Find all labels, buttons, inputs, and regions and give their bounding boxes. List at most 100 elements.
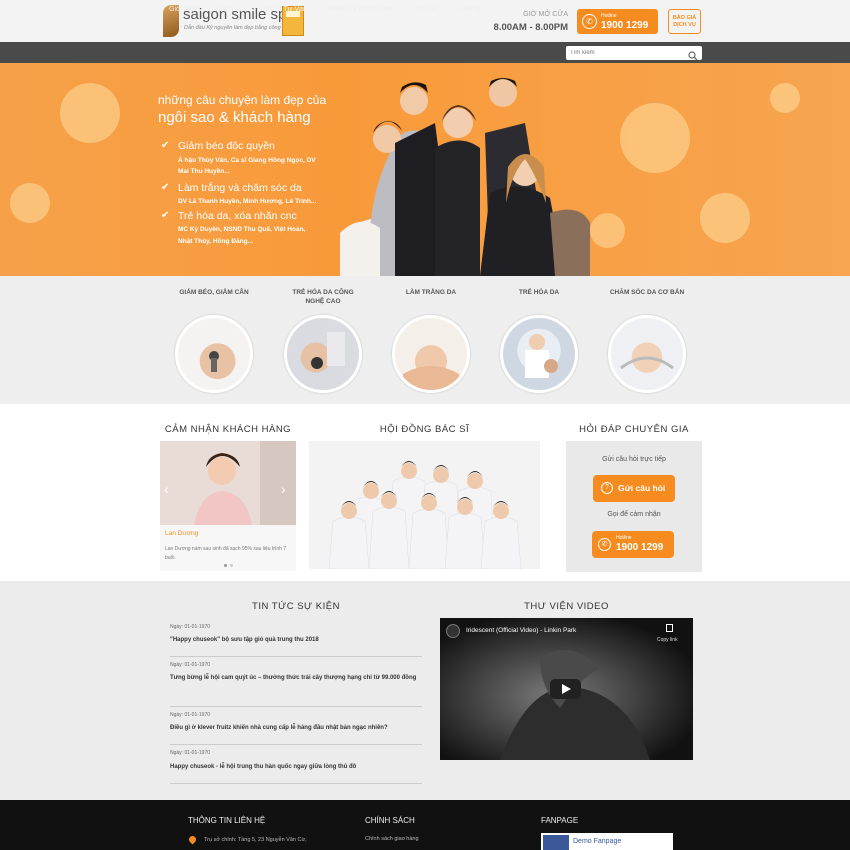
news-date: Ngày: 01-01-1970 (170, 712, 211, 718)
bokeh-light (620, 103, 690, 173)
hotline-label: Hotline (601, 13, 617, 19)
ask-question-button[interactable]: ? Gửi câu hỏi (593, 475, 675, 502)
video-title[interactable]: Iridescent (Official Video) - Linkin Par… (466, 627, 576, 634)
footer-contact-title: THÔNG TIN LIÊN HỆ (188, 816, 266, 825)
doctors-title: HỘI ĐỒNG BÁC SĨ (379, 424, 470, 435)
ask-text: Gửi câu hỏi trực tiếp (602, 456, 666, 463)
opening-hours-label: GIỜ MỞ CỬA (523, 11, 568, 18)
call-text: Gọi để cảm nhận (607, 511, 661, 518)
phone-icon: ✆ (582, 14, 597, 29)
news-item-title[interactable]: Điều gì ở klever fruitz khiến nhà cung c… (170, 724, 422, 733)
bokeh-light (770, 83, 800, 113)
service-label-line: GIẢM BÉO, GIẢM CÂN (179, 289, 249, 296)
quote-line1: BÁO GIÁ (672, 15, 697, 21)
search-icon[interactable] (688, 48, 698, 61)
banner-point-sub: DV Lã Thanh Huyền, Minh Hương, Lê Trinh.… (178, 198, 317, 205)
banner-point-sub: MC Kỳ Duyên, NSND Thu Quế, Việt Hoàn, (178, 226, 306, 233)
divider (170, 783, 422, 784)
fanpage-widget[interactable]: Demo Fanpage (541, 833, 673, 850)
hotline-button[interactable]: ✆ Hotline 1900 1299 (577, 9, 658, 34)
customer-testimonial[interactable]: ‹ › Lan Dương Lan Dương nám sau sinh đã … (160, 441, 296, 571)
banner-heading: những câu chuyện làm đẹp của (158, 93, 327, 107)
celebrities-photo (340, 78, 590, 276)
service-image-whitening[interactable] (392, 315, 470, 393)
expert-qa-panel: Gửi câu hỏi trực tiếp ? Gửi câu hỏi Gọi … (566, 441, 702, 572)
quote-line2: DỊCH VỤ (673, 22, 696, 28)
expert-hotline-button[interactable]: ✆ Hotline 1900 1299 (592, 531, 674, 558)
divider (170, 706, 422, 707)
bokeh-light (10, 183, 50, 223)
price-quote-button[interactable]: BÁO GIÁ DỊCH VỤ (668, 9, 701, 34)
nav-item-contact[interactable]: Liên hệ (458, 6, 481, 13)
service-label[interactable]: LÀM TRẮNG DA (381, 288, 481, 297)
service-label[interactable]: TRẺ HÓA DA (489, 288, 589, 297)
news-date: Ngày: 01-01-1970 (170, 750, 211, 756)
question-icon: ? (601, 482, 613, 494)
bokeh-light (700, 193, 750, 243)
news-item-title[interactable]: Happy chuseok - lễ hội trung thu hàn quố… (170, 763, 422, 772)
news-date: Ngày: 01-01-1970 (170, 662, 211, 668)
service-image-weight-loss[interactable] (175, 315, 253, 393)
footer-fanpage-title: FANPAGE (541, 816, 579, 825)
nav-item-feedback[interactable]: Phản hồi khách hàng (329, 6, 395, 13)
news-title: TIN TỨC SỰ KIỆN (252, 601, 340, 612)
service-label-line: TRẺ HÓA DA CÔNG (292, 289, 354, 296)
service-label-line: CHĂM SÓC DA CƠ BẢN (609, 289, 685, 296)
expert-title: HỎI ĐÁP CHUYÊN GIA (579, 424, 689, 435)
news-item-title[interactable]: "Happy chuseok" bộ sưu tập giỏ quà trung… (170, 636, 422, 645)
banner-point-sub: Á hậu Thùy Vân, Ca sĩ Giang Hồng Ngọc, D… (178, 157, 316, 164)
copy-link-icon[interactable] (666, 624, 673, 632)
bokeh-light (60, 83, 120, 143)
carousel-dot[interactable] (230, 564, 233, 567)
fanpage-name[interactable]: Demo Fanpage (573, 838, 621, 845)
banner-point-sub: Nhật Thủy, Hồng Đăng... (178, 238, 253, 245)
footer (0, 800, 850, 850)
main-nav (0, 42, 850, 63)
phone-icon: ✆ (598, 538, 611, 551)
nav-item-doctors[interactable]: Bác Sĩ Tư Vấn (261, 6, 307, 13)
service-image-rejuvenation[interactable] (284, 315, 362, 393)
video-player[interactable]: Iridescent (Official Video) - Linkin Par… (440, 618, 693, 760)
search-input[interactable] (566, 46, 684, 60)
footer-policy-link[interactable]: Chính sách giao hàng (365, 836, 419, 842)
service-label-line: NGHỆ CAO (305, 298, 341, 305)
bokeh-light (590, 213, 625, 248)
service-label-line: LÀM TRẮNG DA (405, 289, 457, 296)
doctors-photo[interactable] (309, 441, 540, 569)
hero-banner[interactable]: những câu chuyện làm đẹp của ngôi sao & … (0, 63, 850, 276)
video-section-title: THƯ VIỆN VIDEO (524, 601, 609, 612)
play-button[interactable] (550, 679, 581, 699)
banner-point-title: Làm trắng và chăm sóc da (178, 182, 302, 194)
search-box (566, 46, 702, 61)
service-image-skin-rejuvenation[interactable] (500, 315, 578, 393)
copy-link-label[interactable]: Copy link (657, 637, 678, 643)
service-label[interactable]: CHĂM SÓC DA CƠ BẢN (597, 288, 697, 297)
opening-hours: 8.00AM - 8.00PM (493, 22, 568, 33)
carousel-prev-icon[interactable]: ‹ (164, 481, 169, 497)
news-item-title[interactable]: Tưng bừng lễ hội cam quýt úc – thưởng th… (170, 674, 422, 683)
news-date: Ngày: 01-01-1970 (170, 624, 211, 630)
banner-subheading: ngôi sao & khách hàng (158, 109, 311, 126)
service-label-line: TRẺ HÓA DA (518, 289, 560, 296)
carousel-dot[interactable] (224, 564, 227, 567)
service-label[interactable]: GIẢM BÉO, GIẢM CÂN (164, 288, 264, 297)
carousel-next-icon[interactable]: › (281, 481, 286, 497)
play-icon (562, 684, 571, 694)
hotline-label: Hotline (616, 535, 632, 541)
checkmark-icon: ✔ (161, 140, 170, 151)
hotline-number: 1900 1299 (616, 542, 664, 553)
news-section (0, 581, 850, 800)
banner-point-sub: Mai Thu Huyền... (178, 168, 230, 175)
fanpage-avatar (543, 835, 569, 850)
nav-item-services[interactable]: Dịch vụ (219, 6, 242, 13)
nav-item-about[interactable]: Giới thiệu (169, 6, 199, 13)
customers-title: CẢM NHẬN KHÁCH HÀNG (164, 424, 292, 435)
service-image-basic-care[interactable] (608, 315, 686, 393)
footer-policy-title: CHÍNH SÁCH (365, 816, 415, 825)
customer-quote: Lan Dương nám sau sinh đã sạch 95% sau l… (165, 546, 287, 561)
channel-avatar[interactable] (446, 624, 460, 638)
logo-tagline: Dẫn đầu Kỷ nguyên làm đẹp bằng công nghệ (184, 25, 295, 31)
nav-item-news[interactable]: Tin tức (416, 6, 438, 13)
divider (170, 744, 422, 745)
service-label[interactable]: TRẺ HÓA DA CÔNG NGHỆ CAO (273, 288, 373, 306)
